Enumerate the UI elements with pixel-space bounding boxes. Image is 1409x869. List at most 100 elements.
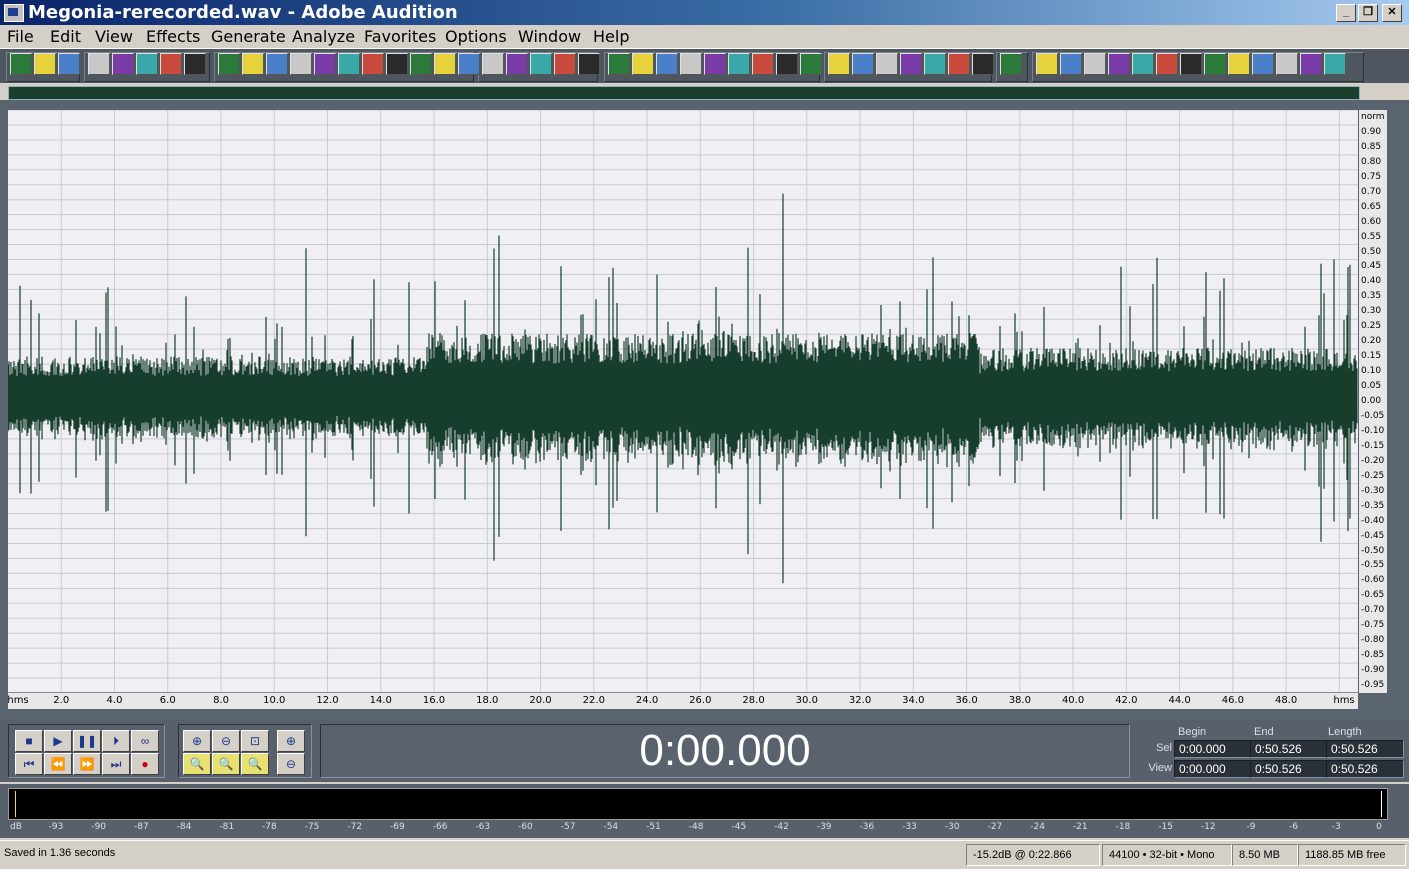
toolbar-button-53-icon[interactable] <box>1300 53 1322 75</box>
toolbar-button-49-icon[interactable] <box>1204 53 1226 75</box>
play-to-end-button[interactable]: ⏵ <box>102 730 130 752</box>
zoom-right-button[interactable]: 🔍 <box>241 753 269 775</box>
toolbar-button-11-icon[interactable] <box>266 53 288 75</box>
toolbar-button-42-icon[interactable] <box>1036 53 1058 75</box>
loop-button[interactable]: ∞ <box>131 730 159 752</box>
toolbar-button-34-icon[interactable] <box>828 53 850 75</box>
app-icon[interactable] <box>4 4 24 22</box>
time-ruler[interactable]: hms hms 2.0 4.0 6.0 8.0 10.0 12.0 14.0 16.0 18.0… <box>7 692 1358 709</box>
view-end-field[interactable]: 0:50.526 <box>1250 760 1328 778</box>
toolbar-button-12-icon[interactable] <box>290 53 312 75</box>
toolbar-button-22-icon[interactable] <box>530 53 552 75</box>
toolbar-button-14-icon[interactable] <box>338 53 360 75</box>
rewind-button[interactable]: ⏪ <box>44 753 72 775</box>
toolbar-button-6-icon[interactable] <box>136 53 158 75</box>
minimize-icon[interactable]: _ <box>1336 4 1356 22</box>
waveform-overview-bar[interactable] <box>8 86 1360 100</box>
toolbar-button-5-icon[interactable] <box>112 53 134 75</box>
toolbar-button-19-icon[interactable] <box>458 53 480 75</box>
menu-help[interactable]: Help <box>593 27 629 46</box>
menu-window[interactable]: Window <box>518 27 581 46</box>
view-length-field[interactable]: 0:50.526 <box>1326 760 1404 778</box>
go-to-start-button[interactable]: ⏮ <box>15 753 43 775</box>
time-tick: 22.0 <box>582 695 605 706</box>
db-tick: -21 <box>1072 822 1088 832</box>
toolbar-button-33-icon[interactable] <box>800 53 822 75</box>
toolbar-button-7-icon[interactable] <box>160 53 182 75</box>
menu-generate[interactable]: Generate <box>211 27 286 46</box>
toolbar-button-2-icon[interactable] <box>34 53 56 75</box>
db-tick: -48 <box>688 822 704 832</box>
zoom-left-button[interactable]: 🔍 <box>212 753 240 775</box>
toolbar-button-3-icon[interactable] <box>58 53 80 75</box>
toolbar-button-43-icon[interactable] <box>1060 53 1082 75</box>
menu-view[interactable]: View <box>95 27 133 46</box>
menu-options[interactable]: Options <box>445 27 507 46</box>
toolbar-button-23-icon[interactable] <box>554 53 576 75</box>
toolbar-button-28-icon[interactable] <box>680 53 702 75</box>
toolbar-button-29-icon[interactable] <box>704 53 726 75</box>
sel-end-field[interactable]: 0:50.526 <box>1250 740 1328 758</box>
menu-file[interactable]: File <box>7 27 34 46</box>
toolbar-button-51-icon[interactable] <box>1252 53 1274 75</box>
toolbar-button-18-icon[interactable] <box>434 53 456 75</box>
toolbar-button-27-icon[interactable] <box>656 53 678 75</box>
toolbar-button-25-icon[interactable] <box>608 53 630 75</box>
pause-button[interactable]: ❚❚ <box>73 730 101 752</box>
toolbar-button-8-icon[interactable] <box>184 53 206 75</box>
toolbar-button-46-icon[interactable] <box>1132 53 1154 75</box>
close-icon[interactable]: ✕ <box>1382 4 1402 22</box>
sel-length-field[interactable]: 0:50.526 <box>1326 740 1404 758</box>
toolbar-button-38-icon[interactable] <box>924 53 946 75</box>
zoom-full-button[interactable]: ⊡ <box>241 730 269 752</box>
toolbar-button-39-icon[interactable] <box>948 53 970 75</box>
toolbar-button-31-icon[interactable] <box>752 53 774 75</box>
toolbar-button-36-icon[interactable] <box>876 53 898 75</box>
level-meter[interactable] <box>8 788 1388 820</box>
toolbar-button-24-icon[interactable] <box>578 53 600 75</box>
zoom-out-vertical-button[interactable]: ⊖ <box>277 753 305 775</box>
toolbar-button-16-icon[interactable] <box>386 53 408 75</box>
zoom-out-horizontal-button[interactable]: ⊖ <box>212 730 240 752</box>
play-button[interactable]: ▶ <box>44 730 72 752</box>
toolbar-button-30-icon[interactable] <box>728 53 750 75</box>
zoom-in-horizontal-button[interactable]: ⊕ <box>183 730 211 752</box>
toolbar-button-54-icon[interactable] <box>1324 53 1346 75</box>
toolbar-button-15-icon[interactable] <box>362 53 384 75</box>
toolbar-button-48-icon[interactable] <box>1180 53 1202 75</box>
toolbar-button-40-icon[interactable] <box>972 53 994 75</box>
toolbar-button-20-icon[interactable] <box>482 53 504 75</box>
menu-favorites[interactable]: Favorites <box>364 27 436 46</box>
toolbar-button-32-icon[interactable] <box>776 53 798 75</box>
toolbar-button-47-icon[interactable] <box>1156 53 1178 75</box>
toolbar-button-10-icon[interactable] <box>242 53 264 75</box>
record-button[interactable]: ● <box>131 753 159 775</box>
toolbar-button-35-icon[interactable] <box>852 53 874 75</box>
toolbar-button-17-icon[interactable] <box>410 53 432 75</box>
restore-icon[interactable]: ❐ <box>1358 4 1378 22</box>
menu-effects[interactable]: Effects <box>146 27 200 46</box>
toolbar-button-44-icon[interactable] <box>1084 53 1106 75</box>
fast-forward-button[interactable]: ⏩ <box>73 753 101 775</box>
go-to-end-button[interactable]: ⏭ <box>102 753 130 775</box>
toolbar-button-9-icon[interactable] <box>218 53 240 75</box>
waveform-display[interactable] <box>8 110 1358 693</box>
toolbar-button-50-icon[interactable] <box>1228 53 1250 75</box>
menu-analyze[interactable]: Analyze <box>292 27 355 46</box>
toolbar-button-26-icon[interactable] <box>632 53 654 75</box>
stop-button[interactable]: ■ <box>15 730 43 752</box>
toolbar-button-45-icon[interactable] <box>1108 53 1130 75</box>
toolbar-button-4-icon[interactable] <box>88 53 110 75</box>
toolbar-button-52-icon[interactable] <box>1276 53 1298 75</box>
toolbar-button-1-icon[interactable] <box>10 53 32 75</box>
menu-edit[interactable]: Edit <box>50 27 81 46</box>
toolbar-button-21-icon[interactable] <box>506 53 528 75</box>
toolbar-button-13-icon[interactable] <box>314 53 336 75</box>
view-begin-field[interactable]: 0:00.000 <box>1174 760 1252 778</box>
toolbar-button-41-icon[interactable] <box>1000 53 1022 75</box>
amplitude-tick: -0.20 <box>1361 455 1385 466</box>
zoom-in-vertical-button[interactable]: ⊕ <box>277 730 305 752</box>
sel-begin-field[interactable]: 0:00.000 <box>1174 740 1252 758</box>
zoom-to-selection-button[interactable]: 🔍 <box>183 753 211 775</box>
toolbar-button-37-icon[interactable] <box>900 53 922 75</box>
